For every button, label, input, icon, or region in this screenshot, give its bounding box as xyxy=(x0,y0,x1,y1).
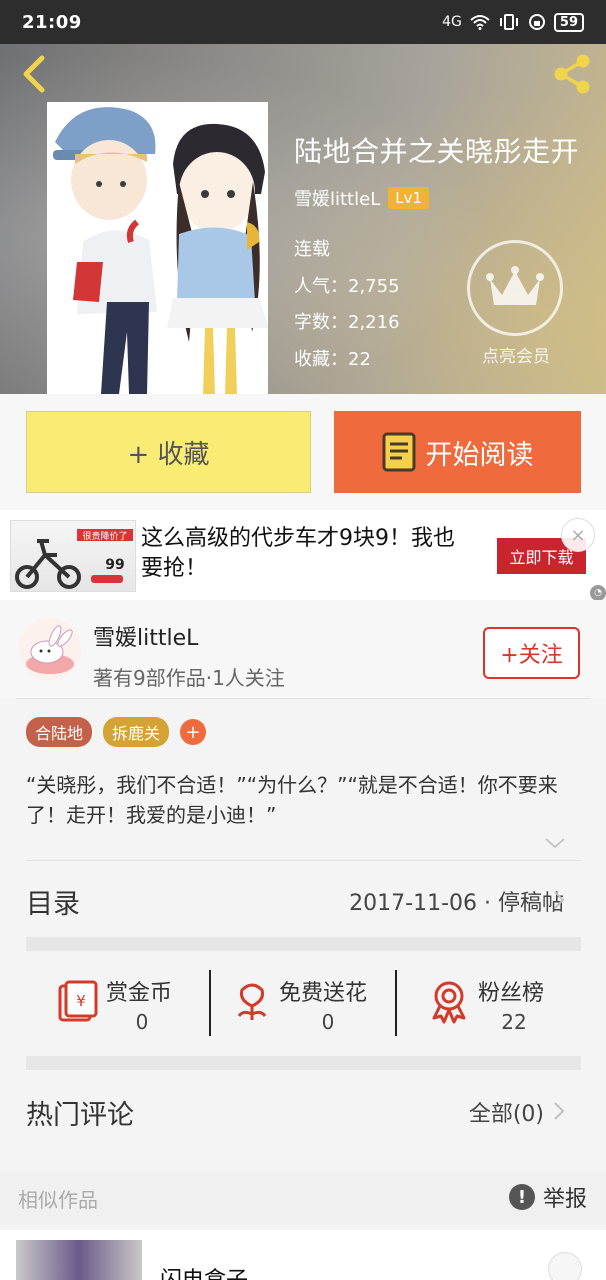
fan-rank-label: 粉丝榜 xyxy=(478,981,545,1006)
popularity-stat: 人气：2,755 xyxy=(294,275,400,297)
tag-list: 合陆地 拆鹿关 + xyxy=(26,717,207,747)
start-reading-button[interactable]: 开始阅读 xyxy=(334,411,581,493)
svg-text:¥: ¥ xyxy=(76,992,86,1010)
reward-stats: ¥ 赏金币 0 免费送花 0 粉丝榜 22 xyxy=(26,970,581,1036)
fan-rank-value: 22 xyxy=(501,1010,527,1034)
share-icon xyxy=(554,54,590,94)
back-button[interactable] xyxy=(16,52,50,96)
ad-close-button[interactable]: × xyxy=(561,518,595,552)
ad-banner[interactable]: 很贵降价了 99 这么高级的代步车才9块9！我也要抢！ 立即下载 xyxy=(0,510,606,600)
ad-text: 这么高级的代步车才9块9！我也要抢！ xyxy=(141,526,455,581)
action-bar: + 收藏 开始阅读 xyxy=(0,394,606,510)
add-to-favorites-button[interactable]: + 收藏 xyxy=(26,411,311,493)
divider xyxy=(16,698,590,699)
red-envelope-icon: ¥ xyxy=(58,980,98,1022)
start-reading-label: 开始阅读 xyxy=(425,439,534,471)
add-tag-button[interactable]: + xyxy=(180,719,207,745)
warning-icon: ! xyxy=(509,1184,535,1210)
vip-badge xyxy=(467,240,563,336)
section-separator xyxy=(26,1056,581,1070)
free-flower-label: 免费送花 xyxy=(279,981,368,1006)
follow-button[interactable]: +关注 xyxy=(483,627,580,679)
status-time: 21:09 xyxy=(22,11,82,33)
catalog-title[interactable]: 目录 xyxy=(26,882,80,921)
book-icon xyxy=(382,432,415,472)
chevron-right-icon xyxy=(554,1102,565,1120)
crown-icon xyxy=(486,266,544,305)
book-author-row: 雪媛littleL Lv1 xyxy=(294,185,430,211)
free-flower-value: 0 xyxy=(321,1010,335,1034)
wifi-icon xyxy=(470,15,490,30)
share-button[interactable] xyxy=(550,52,594,96)
expand-description-button[interactable] xyxy=(543,833,567,853)
similar-works-label: 相似作品 xyxy=(18,1188,98,1212)
bunny-avatar-illustration xyxy=(19,618,81,680)
similar-work-title: 闪电盒子 xyxy=(160,1262,248,1280)
author-meta: 著有9部作品·1人关注 xyxy=(93,666,285,690)
report-button[interactable]: ! 举报 xyxy=(509,1181,587,1213)
network-label: 4G xyxy=(442,14,462,30)
coin-reward-label: 赏金币 xyxy=(106,981,173,1006)
ad-thumb-banner: 很贵降价了 xyxy=(82,530,127,542)
flower-icon xyxy=(237,983,267,1020)
chevron-right-icon xyxy=(554,891,565,909)
ad-thumb-price: 99 xyxy=(105,557,124,573)
book-title: 陆地合并之关晓彤走开 xyxy=(294,135,580,168)
serial-status: 连载 xyxy=(294,239,330,260)
vip-button[interactable]: 点亮会员 xyxy=(467,240,565,367)
all-comments-link[interactable]: 全部(0) xyxy=(469,1096,544,1128)
section-separator xyxy=(26,937,581,951)
lock-rotation-icon xyxy=(528,14,545,30)
favorites-stat: 收藏：22 xyxy=(294,348,371,370)
catalog-latest-link[interactable]: 2017-11-06 · 停稿帖 xyxy=(349,885,564,917)
report-label: 举报 xyxy=(543,1187,588,1212)
chevron-left-icon xyxy=(23,55,45,93)
author-name[interactable]: 雪媛littleL xyxy=(93,620,198,652)
stat-divider xyxy=(395,970,397,1036)
chevron-down-icon xyxy=(545,838,565,849)
status-icons: 4G 59 xyxy=(442,12,584,32)
divider xyxy=(26,860,581,861)
vip-label: 点亮会员 xyxy=(482,347,550,367)
book-author-name[interactable]: 雪媛littleL xyxy=(294,185,380,211)
free-flower-button[interactable]: 免费送花 0 xyxy=(211,970,396,1036)
level-badge: Lv1 xyxy=(388,187,430,209)
tag-item[interactable]: 拆鹿关 xyxy=(103,717,170,747)
scooter-illustration: 很贵降价了 99 xyxy=(15,529,133,589)
medal-icon xyxy=(432,981,466,1024)
ad-marker-icon: ◔ xyxy=(590,585,606,601)
book-description: “关晓彤，我们不合适！”“为什么？”“就是不合适！你不要来了！走开！我爱的是小迪… xyxy=(26,773,558,827)
close-icon[interactable] xyxy=(548,1252,582,1280)
coin-reward-button[interactable]: ¥ 赏金币 0 xyxy=(26,970,211,1036)
book-cover[interactable] xyxy=(47,102,268,394)
word-count-stat: 字数：2,216 xyxy=(294,312,400,333)
status-bar: 21:09 4G 59 xyxy=(0,0,606,44)
coin-reward-value: 0 xyxy=(135,1010,149,1034)
book-stats: 连载 人气：2,755 字数：2,216 收藏：22 xyxy=(294,232,400,378)
stat-divider xyxy=(209,970,211,1036)
similar-work-thumbnail xyxy=(16,1240,142,1280)
hot-comments-title: 热门评论 xyxy=(26,1100,134,1131)
cover-illustration xyxy=(47,102,268,394)
avatar[interactable] xyxy=(19,618,81,680)
tag-item[interactable]: 合陆地 xyxy=(26,717,93,747)
battery-indicator: 59 xyxy=(553,12,584,32)
ad-image: 很贵降价了 99 xyxy=(10,520,136,592)
fan-rank-button[interactable]: 粉丝榜 22 xyxy=(396,970,581,1036)
vibrate-icon xyxy=(499,14,518,30)
